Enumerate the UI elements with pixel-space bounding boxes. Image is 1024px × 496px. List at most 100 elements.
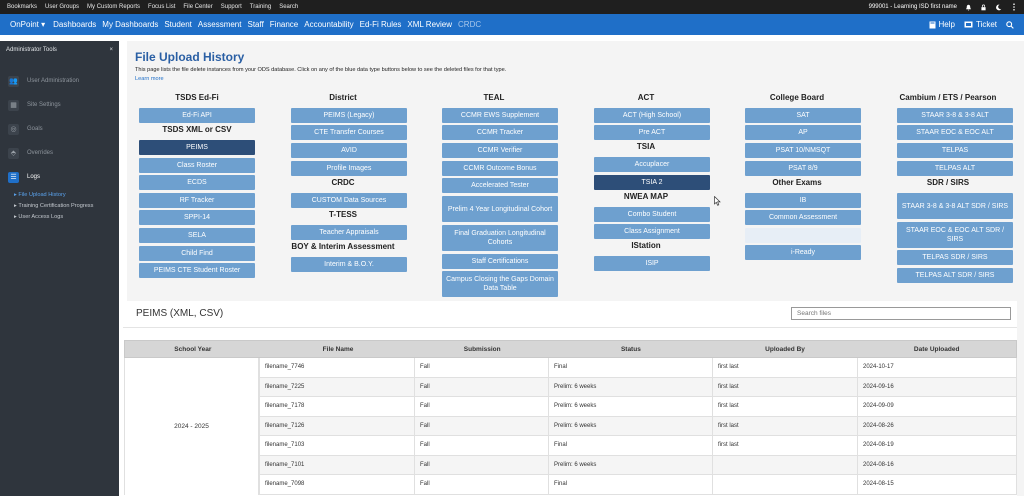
btn-isip[interactable]: ISIP <box>594 256 710 271</box>
btn-ecds[interactable]: ECDS <box>139 175 255 190</box>
btn-ib[interactable]: IB <box>745 193 861 208</box>
btn-ap[interactable]: AP <box>745 125 861 140</box>
btn-child-find[interactable]: Child Find <box>139 246 255 261</box>
btn-ccmr-outcome-bonus[interactable]: CCMR Outcome Bonus <box>442 161 558 176</box>
nav-finance[interactable]: Finance <box>270 20 298 29</box>
nav-xml-review[interactable]: XML Review <box>407 20 452 29</box>
nav-my-dashboards[interactable]: My Dashboards <box>102 20 158 29</box>
top-link-training[interactable]: Training <box>250 4 271 10</box>
btn-psat-10[interactable]: PSAT 10/NMSQT <box>745 143 861 158</box>
org-name[interactable]: 999001 - Learning ISD first name <box>869 4 957 10</box>
btn-telpas[interactable]: TELPAS <box>897 143 1013 158</box>
btn-staff-certifications[interactable]: Staff Certifications <box>442 254 558 269</box>
nav-brand-onpoint[interactable]: OnPoint ▾ <box>10 20 45 29</box>
btn-prelim-4yr-cohort[interactable]: Prelim 4 Year Longitudinal Cohort <box>442 196 558 222</box>
btn-staar-eoc[interactable]: STAAR EOC & EOC ALT <box>897 125 1013 140</box>
top-link-support[interactable]: Support <box>221 4 242 10</box>
lock-icon[interactable] <box>980 4 987 11</box>
sidebar-item-site-settings[interactable]: ▦ Site Settings <box>0 93 119 117</box>
sidebar-sub-training-certification[interactable]: ▸ Training Certification Progress <box>0 200 119 211</box>
nav-crdc[interactable]: CRDC <box>458 20 481 29</box>
heading-tsds-xml: TSDS XML or CSV <box>162 125 232 134</box>
col-school-year[interactable]: School Year <box>125 341 261 357</box>
btn-avid[interactable]: AVID <box>291 143 407 158</box>
top-link-search[interactable]: Search <box>279 4 298 10</box>
btn-sela[interactable]: SELA <box>139 228 255 243</box>
btn-peims[interactable]: PEIMS <box>139 140 255 155</box>
top-link-bookmarks[interactable]: Bookmarks <box>7 4 37 10</box>
nav-assessment[interactable]: Assessment <box>198 20 242 29</box>
btn-telpas-alt-sdr[interactable]: TELPAS ALT SDR / SIRS <box>897 268 1013 283</box>
btn-class-assignment[interactable]: Class Assignment <box>594 224 710 239</box>
search-files-input[interactable] <box>791 307 1011 320</box>
files-panel: PEIMS (XML, CSV) School Year File Name S… <box>123 301 1017 496</box>
btn-ccmr-verifier[interactable]: CCMR Verifier <box>442 143 558 158</box>
sidebar-item-logs[interactable]: ☰ Logs <box>0 165 119 189</box>
top-link-user-groups[interactable]: User Groups <box>45 4 79 10</box>
btn-sppi-14[interactable]: SPPI-14 <box>139 210 255 225</box>
btn-tsia-2[interactable]: TSIA 2 <box>594 175 710 190</box>
sidebar-close-icon[interactable]: × <box>109 47 113 53</box>
nav-student[interactable]: Student <box>164 20 192 29</box>
btn-custom-data-sources[interactable]: CUSTOM Data Sources <box>291 193 407 208</box>
btn-accelerated-tester[interactable]: Accelerated Tester <box>442 178 558 193</box>
learn-more-link[interactable]: Learn more <box>135 76 164 82</box>
col-date-uploaded[interactable]: Date Uploaded <box>857 341 1016 357</box>
btn-ccmr-ews[interactable]: CCMR EWS Supplement <box>442 108 558 123</box>
btn-act-high-school[interactable]: ACT (High School) <box>594 108 710 123</box>
nav-staff[interactable]: Staff <box>247 20 263 29</box>
btn-final-grad-cohorts[interactable]: Final Graduation Longitudinal Cohorts <box>442 225 558 251</box>
sidebar-item-overrides[interactable]: ⬘ Overrides <box>0 141 119 165</box>
btn-edfi-api[interactable]: Ed-Fi API <box>139 108 255 123</box>
btn-accuplacer[interactable]: Accuplacer <box>594 157 710 172</box>
btn-staar-eoc-sdr[interactable]: STAAR EOC & EOC ALT SDR / SIRS <box>897 222 1013 248</box>
cell-submission: Fall <box>415 377 549 397</box>
btn-sat[interactable]: SAT <box>745 108 861 123</box>
btn-telpas-sdr[interactable]: TELPAS SDR / SIRS <box>897 250 1013 265</box>
col-file-name[interactable]: File Name <box>261 341 416 357</box>
btn-peims-legacy[interactable]: PEIMS (Legacy) <box>291 108 407 123</box>
bell-icon[interactable] <box>965 4 972 11</box>
btn-common-assessment[interactable]: Common Assessment <box>745 210 861 225</box>
col-status[interactable]: Status <box>549 341 713 357</box>
btn-profile-images[interactable]: Profile Images <box>291 161 407 176</box>
top-link-focus-list[interactable]: Focus List <box>148 4 175 10</box>
menu-dots-icon[interactable] <box>1010 3 1017 11</box>
btn-i-ready[interactable]: i-Ready <box>745 245 861 260</box>
btn-rf-tracker[interactable]: RF Tracker <box>139 193 255 208</box>
btn-telpas-alt[interactable]: TELPAS ALT <box>897 161 1013 176</box>
cell-uploaded-by: first last <box>713 416 858 436</box>
btn-cte-transfer[interactable]: CTE Transfer Courses <box>291 125 407 140</box>
btn-campus-closing-gaps[interactable]: Campus Closing the Gaps Domain Data Tabl… <box>442 271 558 297</box>
sidebar-item-goals[interactable]: ◎ Goals <box>0 117 119 141</box>
cell-status: Prelim: 6 weeks <box>549 416 713 436</box>
cell-status: Final <box>549 436 713 456</box>
btn-interim-boy[interactable]: Interim & B.O.Y. <box>291 257 407 272</box>
sidebar-item-user-administration[interactable]: 👥 User Administration <box>0 69 119 93</box>
cell-submission: Fall <box>415 475 549 495</box>
search-icon[interactable] <box>1006 20 1014 29</box>
col-submission[interactable]: Submission <box>415 341 549 357</box>
btn-class-roster[interactable]: Class Roster <box>139 158 255 173</box>
btn-staar-38[interactable]: STAAR 3-8 & 3-8 ALT <box>897 108 1013 123</box>
btn-ccmr-tracker[interactable]: CCMR Tracker <box>442 125 558 140</box>
nav-dashboards[interactable]: Dashboards <box>53 20 96 29</box>
btn-psat-89[interactable]: PSAT 8/9 <box>745 161 861 176</box>
btn-staar-38-sdr[interactable]: STAAR 3-8 & 3-8 ALT SDR / SIRS <box>897 193 1013 219</box>
col-uploaded-by[interactable]: Uploaded By <box>713 341 858 357</box>
btn-peims-cte-roster[interactable]: PEIMS CTE Student Roster <box>139 263 255 278</box>
help-link[interactable]: Help <box>929 20 955 29</box>
nav-accountability[interactable]: Accountability <box>304 20 353 29</box>
sidebar-sub-user-access-logs[interactable]: ▸ User Access Logs <box>0 211 119 222</box>
btn-combo-student[interactable]: Combo Student <box>594 207 710 222</box>
top-link-custom-reports[interactable]: My Custom Reports <box>87 4 140 10</box>
nav-edfi-rules[interactable]: Ed-Fi Rules <box>360 20 402 29</box>
moon-icon[interactable] <box>995 4 1002 11</box>
sub-label: File Upload History <box>18 191 66 198</box>
btn-teacher-appraisals[interactable]: Teacher Appraisals <box>291 225 407 240</box>
top-link-file-center[interactable]: File Center <box>183 4 212 10</box>
btn-blank[interactable] <box>745 228 861 243</box>
btn-pre-act[interactable]: Pre ACT <box>594 125 710 140</box>
ticket-link[interactable]: Ticket <box>964 20 997 29</box>
sidebar-sub-file-upload-history[interactable]: ▸ File Upload History <box>0 189 119 200</box>
